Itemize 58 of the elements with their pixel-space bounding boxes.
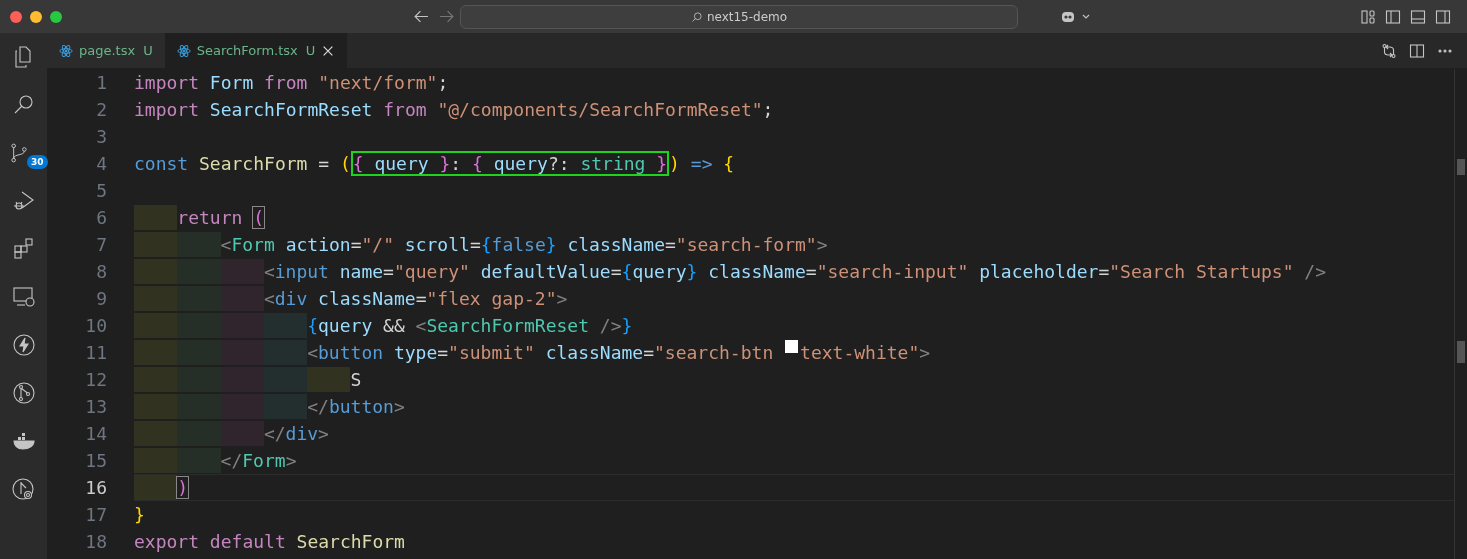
window-control[interactable] bbox=[10, 10, 22, 23]
back-arrow-icon[interactable] bbox=[413, 8, 430, 25]
code-line: </Form> bbox=[220, 449, 297, 473]
scrollbar[interactable] bbox=[1454, 69, 1467, 559]
code-line: } bbox=[134, 503, 145, 527]
line-number: 13 bbox=[84, 395, 107, 419]
window-control[interactable] bbox=[50, 10, 62, 23]
line-number: 17 bbox=[84, 503, 107, 527]
code-line: <input name="query" defaultValue={query} className="search-input" placeholder="Search Startups" /> bbox=[263, 260, 1326, 284]
forward-arrow-icon[interactable] bbox=[438, 8, 455, 25]
code-line: text-white"> bbox=[800, 341, 931, 365]
sidebar-toggle-icon[interactable] bbox=[1385, 8, 1401, 25]
line-number: 11 bbox=[84, 341, 107, 365]
line-number: 15 bbox=[84, 449, 107, 473]
code-line: S bbox=[350, 368, 362, 392]
git-graph-icon[interactable] bbox=[10, 380, 37, 406]
code-line: import SearchFormReset from "@/components/SearchFormReset"; bbox=[134, 98, 774, 122]
line-number: 14 bbox=[84, 422, 107, 446]
code-line: </div> bbox=[263, 422, 329, 446]
line-number: 10 bbox=[84, 314, 107, 338]
line-number: 16 bbox=[84, 476, 107, 500]
code-line: const SearchForm = ({ query }: { query?: string }) => { bbox=[134, 151, 735, 176]
command-center[interactable]: next15-demo bbox=[460, 4, 1018, 29]
code-line: {query && <SearchFormReset />} bbox=[307, 314, 633, 338]
line-number: 12 bbox=[84, 368, 107, 392]
remote-monitor-icon[interactable] bbox=[10, 284, 37, 310]
line-number: 18 bbox=[84, 530, 107, 554]
line-number: 2 bbox=[95, 98, 107, 122]
editor-tab[interactable]: SearchForm.tsx U bbox=[164, 33, 348, 68]
line-number: 3 bbox=[95, 125, 107, 149]
source-control-icon[interactable] bbox=[11, 143, 27, 163]
git-branch-icon[interactable] bbox=[10, 476, 37, 502]
code-line: </button> bbox=[307, 395, 405, 419]
line-number: 4 bbox=[95, 152, 107, 176]
secondary-sidebar-icon[interactable] bbox=[1435, 8, 1451, 25]
code-line: <div className="flex gap-2"> bbox=[263, 287, 568, 311]
search-icon bbox=[690, 10, 703, 23]
line-number: 6 bbox=[95, 206, 107, 230]
count-badge: 30 bbox=[27, 155, 48, 169]
code-line: return ( bbox=[177, 206, 264, 230]
line-number: 5 bbox=[95, 179, 107, 203]
code-line: ) bbox=[177, 476, 189, 500]
line-number: 7 bbox=[95, 233, 107, 257]
code-line: <button type="submit" className="search-btn bbox=[307, 341, 775, 365]
customize-layout-icon[interactable] bbox=[1360, 8, 1376, 25]
line-number: 8 bbox=[95, 260, 107, 284]
atom-icon bbox=[176, 43, 191, 58]
split-editor-icon[interactable] bbox=[1409, 42, 1425, 59]
code-line: export default SearchForm bbox=[134, 530, 405, 554]
line-number: 9 bbox=[95, 287, 107, 311]
compare-changes-icon[interactable] bbox=[1381, 42, 1397, 59]
line-number: 1 bbox=[95, 71, 107, 95]
code-line: <Form action="/" scroll={false} className="search-form"> bbox=[220, 233, 828, 257]
window-control[interactable] bbox=[30, 10, 42, 23]
atom-icon bbox=[59, 43, 73, 58]
lightning-icon[interactable] bbox=[10, 332, 37, 358]
panel-toggle-icon[interactable] bbox=[1410, 8, 1426, 25]
code-line: import Form from "next/form"; bbox=[134, 71, 449, 95]
